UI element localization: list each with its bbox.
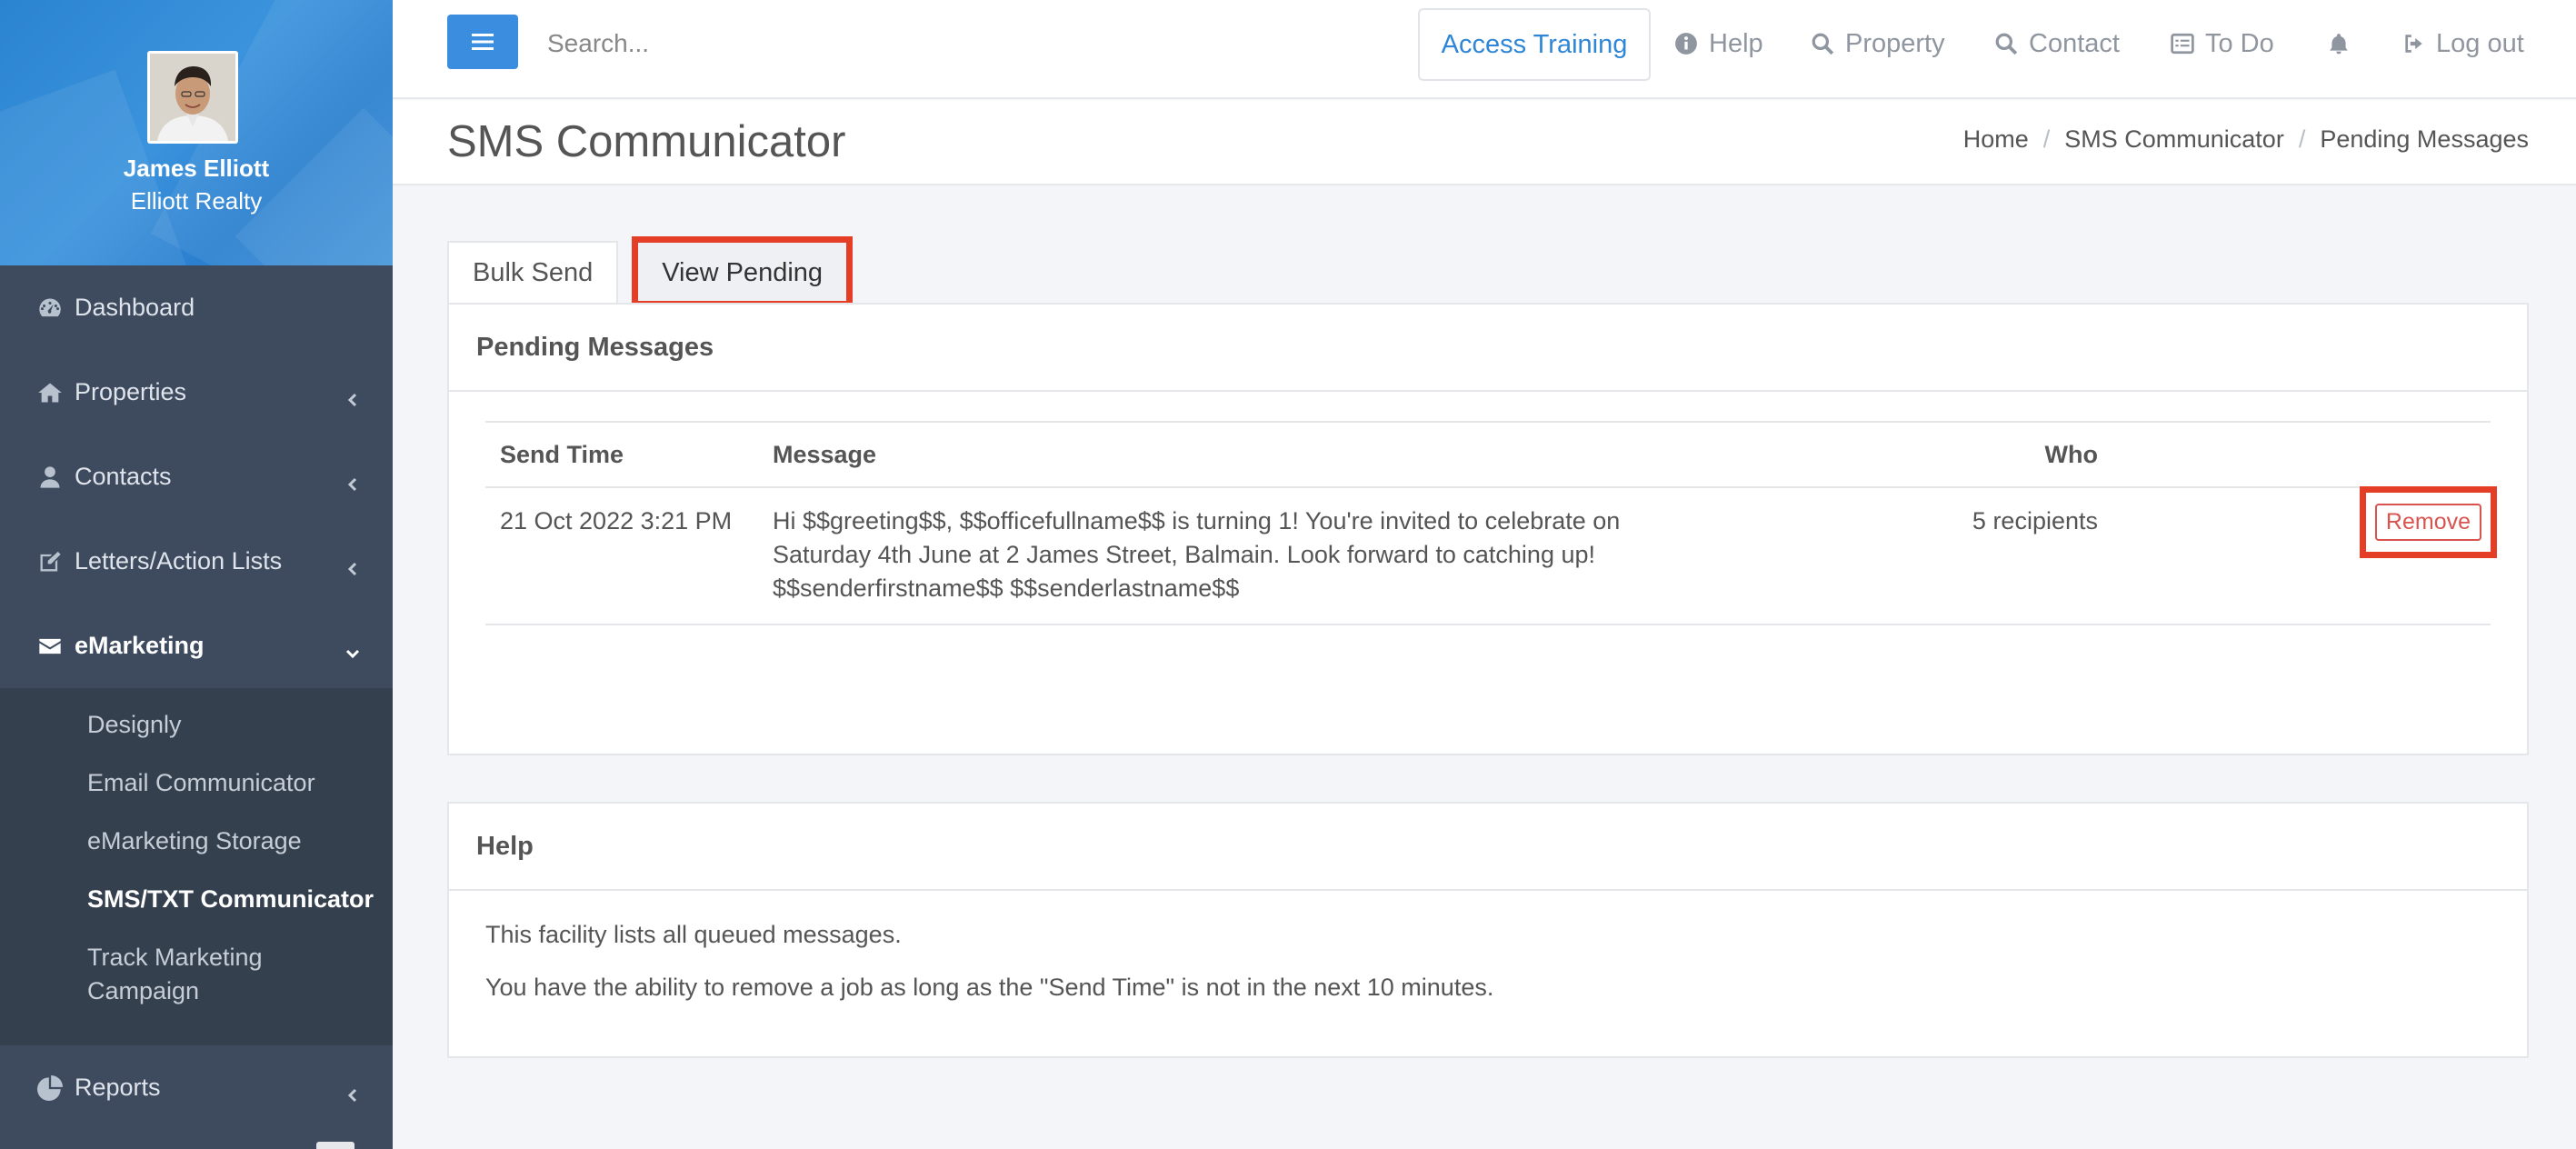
chevron-left-icon bbox=[345, 1081, 360, 1102]
breadcrumb-home[interactable]: Home bbox=[1963, 125, 2029, 154]
breadcrumb: Home / SMS Communicator / Pending Messag… bbox=[1963, 125, 2529, 154]
pending-messages-table: Send Time Message Who 21 Oct 2022 3:21 P… bbox=[485, 421, 2498, 625]
remove-button[interactable]: Remove bbox=[2374, 504, 2481, 541]
pie-chart-icon bbox=[36, 1074, 64, 1102]
chevron-left-icon bbox=[345, 555, 360, 575]
sidebar-scroll-handle[interactable] bbox=[316, 1142, 354, 1149]
sidebar-item-label: eMarketing bbox=[75, 632, 205, 659]
column-send-time: Send Time bbox=[485, 421, 758, 488]
tab-bar: Bulk Send View Pending bbox=[447, 236, 854, 307]
sidebar-nav: Dashboard Properties Contacts Letters/Ac… bbox=[0, 265, 393, 688]
access-training-button[interactable]: Access Training bbox=[1418, 8, 1651, 81]
dashboard-icon bbox=[36, 295, 64, 322]
envelope-icon bbox=[36, 633, 64, 660]
sidebar-item-label: Properties bbox=[75, 378, 187, 405]
sidebar-item-label: Contacts bbox=[75, 463, 172, 490]
search-icon bbox=[1812, 33, 1834, 55]
sidebar-item-reports[interactable]: Reports bbox=[0, 1045, 393, 1130]
submenu-item-track-marketing-campaign[interactable]: Track Marketing Campaign bbox=[0, 941, 282, 1008]
remove-highlight: Remove bbox=[2359, 486, 2498, 558]
table-header-row: Send Time Message Who bbox=[485, 421, 2491, 488]
pending-messages-panel: Pending Messages Send Time Message Who 2… bbox=[447, 303, 2529, 755]
chevron-left-icon bbox=[345, 385, 360, 406]
help-link-label: Help bbox=[1709, 28, 1763, 58]
page-title: SMS Communicator bbox=[447, 117, 846, 166]
logout-icon bbox=[2405, 35, 2422, 53]
submenu-item-email-communicator[interactable]: Email Communicator bbox=[0, 766, 393, 800]
top-bar: Access Training Help Property Contact To… bbox=[393, 0, 2576, 99]
breadcrumb-separator: / bbox=[2042, 125, 2051, 153]
help-body: This facility lists all queued messages.… bbox=[449, 891, 2527, 1051]
profile-company: Elliott Realty bbox=[130, 187, 263, 215]
logout-link-label: Log out bbox=[2436, 28, 2524, 58]
cell-who: 5 recipients bbox=[1731, 487, 2112, 625]
profile-card: James Elliott Elliott Realty bbox=[0, 0, 393, 265]
submenu-item-emarketing-storage[interactable]: eMarketing Storage bbox=[0, 824, 393, 858]
column-message: Message bbox=[758, 421, 1731, 488]
sidebar-item-letters-action-lists[interactable]: Letters/Action Lists bbox=[0, 519, 393, 604]
column-actions bbox=[2112, 421, 2491, 488]
cell-message: Hi $$greeting$$, $$officefullname$$ is t… bbox=[758, 487, 1731, 625]
bell-icon bbox=[2330, 34, 2348, 55]
sidebar-item-dashboard[interactable]: Dashboard bbox=[0, 265, 393, 350]
sidebar-item-label: Letters/Action Lists bbox=[75, 547, 283, 574]
pending-messages-title: Pending Messages bbox=[449, 305, 2527, 392]
help-link[interactable]: Help bbox=[1674, 24, 1763, 64]
sidebar-item-label: Dashboard bbox=[75, 294, 195, 321]
column-who: Who bbox=[1731, 421, 2112, 488]
page-header: SMS Communicator Home / SMS Communicator… bbox=[393, 100, 2576, 185]
edit-icon bbox=[36, 548, 64, 575]
contact-link[interactable]: Contact bbox=[1994, 24, 2120, 64]
hamburger-icon bbox=[472, 34, 494, 50]
tab-bulk-send[interactable]: Bulk Send bbox=[447, 241, 619, 303]
sidebar: James Elliott Elliott Realty Dashboard P… bbox=[0, 0, 393, 1149]
breadcrumb-separator: / bbox=[2298, 125, 2306, 153]
sidebar-item-contacts[interactable]: Contacts bbox=[0, 435, 393, 519]
todo-link[interactable]: To Do bbox=[2171, 24, 2274, 64]
sidebar-item-label: Reports bbox=[75, 1074, 161, 1101]
emarketing-submenu: Designly Email Communicator eMarketing S… bbox=[0, 688, 393, 1045]
search-input[interactable] bbox=[547, 22, 1093, 65]
breadcrumb-pending-messages: Pending Messages bbox=[2320, 125, 2529, 153]
table-row: 21 Oct 2022 3:21 PM Hi $$greeting$$, $$o… bbox=[485, 486, 2498, 625]
avatar[interactable] bbox=[147, 51, 238, 144]
tab-view-pending[interactable]: View Pending bbox=[632, 236, 854, 307]
property-link-label: Property bbox=[1845, 28, 1945, 58]
chevron-left-icon bbox=[345, 470, 360, 491]
logout-link[interactable]: Log out bbox=[2401, 24, 2524, 64]
help-title: Help bbox=[449, 804, 2527, 891]
property-link[interactable]: Property bbox=[1811, 24, 1945, 64]
user-icon bbox=[36, 464, 64, 491]
breadcrumb-sms-communicator[interactable]: SMS Communicator bbox=[2064, 125, 2284, 154]
contact-link-label: Contact bbox=[2029, 28, 2120, 58]
profile-name: James Elliott bbox=[123, 155, 270, 182]
cell-actions: Remove bbox=[2112, 486, 2498, 625]
menu-toggle-button[interactable] bbox=[447, 15, 518, 69]
home-icon bbox=[36, 379, 64, 406]
info-icon bbox=[1675, 33, 1697, 55]
cell-send-time: 21 Oct 2022 3:21 PM bbox=[485, 487, 758, 625]
chevron-down-icon bbox=[345, 639, 360, 658]
submenu-item-sms-txt-communicator[interactable]: SMS/TXT Communicator bbox=[0, 883, 393, 916]
help-panel: Help This facility lists all queued mess… bbox=[447, 802, 2529, 1058]
help-line: You have the ability to remove a job as … bbox=[485, 974, 1494, 1001]
todo-link-label: To Do bbox=[2205, 28, 2274, 58]
sidebar-item-properties[interactable]: Properties bbox=[0, 350, 393, 435]
list-icon bbox=[2171, 33, 2194, 55]
notifications-button[interactable] bbox=[2327, 24, 2361, 64]
sidebar-item-emarketing[interactable]: eMarketing bbox=[0, 604, 393, 688]
help-line: This facility lists all queued messages. bbox=[485, 921, 902, 948]
search-icon bbox=[1995, 33, 2018, 55]
submenu-item-designly[interactable]: Designly bbox=[0, 708, 393, 742]
